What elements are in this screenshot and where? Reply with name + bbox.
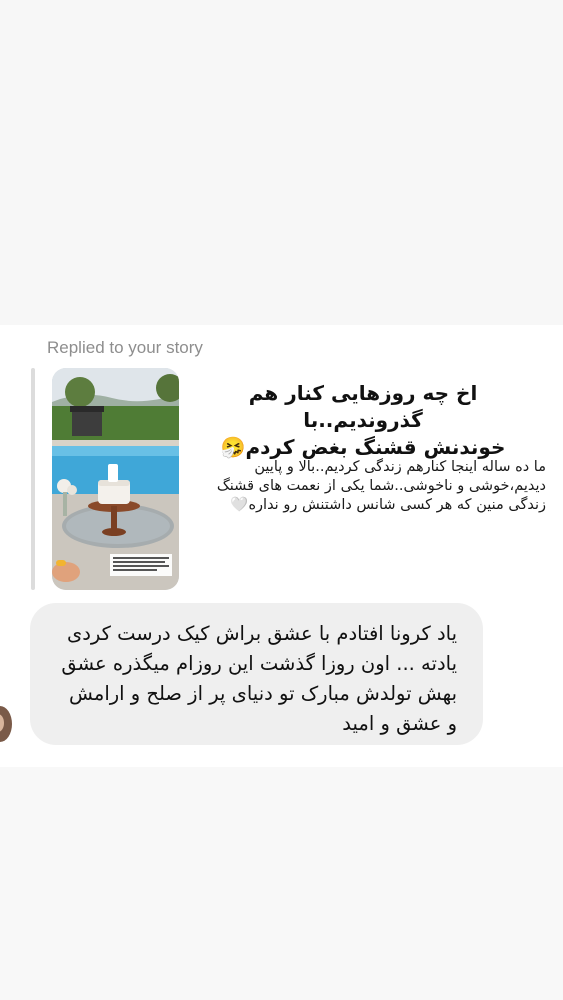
message-line: یادته ... اون روزا گذشت این روزام میگذره… <box>61 652 457 675</box>
replied-to-story-label: Replied to your story <box>47 338 203 357</box>
story-caption-title: اخ چه روزهایی کنار هم گذروندیم..با خوندن… <box>198 380 528 461</box>
message-line: یاد کرونا افتادم با عشق براش کیک درست کر… <box>66 622 457 645</box>
story-thumbnail[interactable] <box>52 368 179 590</box>
message-bubble[interactable]: یاد کرونا افتادم با عشق براش کیک درست کر… <box>30 603 483 745</box>
story-body-line: زندگی منین که هر کسی شانس داشتنش رو ندار… <box>230 497 546 513</box>
story-body-line: دیدیم،خوشی و ناخوشی..شما یکی از نعمت های… <box>216 478 546 494</box>
top-background <box>0 0 563 325</box>
reply-quote-bar <box>31 368 35 590</box>
message-text: یاد کرونا افتادم با عشق براش کیک درست کر… <box>46 619 457 739</box>
bottom-background <box>0 767 563 1000</box>
story-title-line: خوندنش قشنگ بغض کردم🤧 <box>220 435 506 459</box>
story-body-line: ما ده ساله اینجا کنارهم زندگی کردیم..بال… <box>254 459 546 475</box>
message-line: و عشق و امید <box>342 712 457 735</box>
story-title-line: اخ چه روزهایی کنار هم گذروندیم..با <box>248 381 478 432</box>
message-line: بهش تولدش مبارک تو دنیای پر از صلح و ارا… <box>69 682 457 705</box>
story-caption-body: ما ده ساله اینجا کنارهم زندگی کردیم..بال… <box>200 458 546 515</box>
